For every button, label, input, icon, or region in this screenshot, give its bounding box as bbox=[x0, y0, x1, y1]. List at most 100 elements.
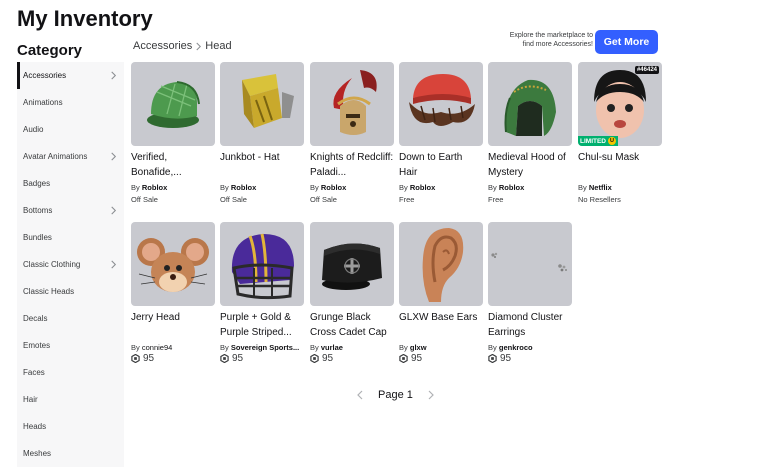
item-name[interactable]: Chul-su Mask bbox=[578, 150, 662, 180]
chevron-left-icon[interactable] bbox=[356, 390, 364, 400]
item-status: Free bbox=[488, 195, 504, 204]
sidebar-item-animations[interactable]: Animations bbox=[17, 89, 124, 116]
marketplace-promo-text: Explore the marketplace to find more Acc… bbox=[509, 32, 593, 48]
item-creator: By Roblox bbox=[131, 183, 168, 192]
item-card[interactable]: Verified, Bonafide,... By Roblox Off Sal… bbox=[131, 62, 215, 204]
creator-link[interactable]: genkroco bbox=[499, 343, 533, 352]
item-creator: By Sovereign Sports... bbox=[220, 343, 300, 352]
sidebar-item-decals[interactable]: Decals bbox=[17, 305, 124, 332]
item-name[interactable]: Junkbot - Hat bbox=[220, 150, 304, 180]
item-thumbnail[interactable] bbox=[131, 62, 215, 146]
item-card[interactable]: Grunge Black Cross Cadet Cap By vurlae 9… bbox=[310, 222, 394, 364]
sidebar-item-faces[interactable]: Faces bbox=[17, 359, 124, 386]
item-price: 95 bbox=[220, 353, 304, 364]
creator-link[interactable]: Roblox bbox=[499, 183, 524, 192]
item-card[interactable]: Down to Earth Hair By Roblox Free bbox=[399, 62, 483, 204]
creator-link[interactable]: vurlae bbox=[321, 343, 343, 352]
item-price: 95 bbox=[310, 353, 394, 364]
page-title: My Inventory bbox=[17, 6, 153, 31]
robux-icon bbox=[131, 354, 140, 363]
sidebar-item-accessories[interactable]: Accessories bbox=[17, 62, 124, 89]
chevron-right-icon[interactable] bbox=[427, 390, 435, 400]
chulsu-mask-icon bbox=[594, 70, 646, 138]
sidebar-item-label: Heads bbox=[23, 422, 47, 431]
item-card[interactable]: #46424 LIMITED U Chul-su Mask By Netflix … bbox=[578, 62, 662, 204]
item-card[interactable]: Jerry Head By connie94 95 bbox=[131, 222, 215, 364]
ear-icon bbox=[422, 228, 464, 302]
item-name[interactable]: Medieval Hood of Mystery bbox=[488, 150, 572, 180]
item-card[interactable]: Knights of Redcliff: Paladi... By Roblox… bbox=[310, 62, 394, 204]
item-card[interactable]: Medieval Hood of Mystery By Roblox Free bbox=[488, 62, 572, 204]
item-name[interactable]: Diamond Cluster Earrings bbox=[488, 310, 572, 340]
item-creator: By Roblox bbox=[399, 183, 436, 192]
football-helmet-icon bbox=[231, 233, 294, 300]
item-creator: By Roblox bbox=[220, 183, 257, 192]
creator-link[interactable]: Roblox bbox=[410, 183, 435, 192]
sidebar-item-label: Audio bbox=[23, 125, 44, 134]
item-name[interactable]: Knights of Redcliff: Paladi... bbox=[310, 150, 394, 180]
sidebar-item-audio[interactable]: Audio bbox=[17, 116, 124, 143]
sidebar-item-label: Animations bbox=[23, 98, 63, 107]
item-thumbnail[interactable] bbox=[488, 222, 572, 306]
chevron-right-icon bbox=[111, 206, 117, 215]
paladin-helmet-icon bbox=[333, 70, 377, 135]
creator-link[interactable]: Roblox bbox=[142, 183, 167, 192]
creator-link[interactable]: connie94 bbox=[142, 343, 172, 352]
sidebar-item-label: Decals bbox=[23, 314, 48, 323]
creator-link[interactable]: Roblox bbox=[321, 183, 346, 192]
item-price: 95 bbox=[488, 353, 572, 364]
item-status: Free bbox=[399, 195, 415, 204]
sidebar-item-badges[interactable]: Badges bbox=[17, 170, 124, 197]
item-thumbnail[interactable] bbox=[131, 222, 215, 306]
item-name[interactable]: Verified, Bonafide,... bbox=[131, 150, 215, 180]
item-thumbnail[interactable]: #46424 LIMITED U bbox=[578, 62, 662, 146]
item-card[interactable]: Purple + Gold & Purple Striped... By Sov… bbox=[220, 222, 304, 364]
sidebar-item-emotes[interactable]: Emotes bbox=[17, 332, 124, 359]
get-more-button[interactable]: Get More bbox=[595, 30, 658, 54]
category-heading: Category bbox=[17, 42, 83, 59]
item-name[interactable]: Grunge Black Cross Cadet Cap bbox=[310, 310, 394, 340]
chevron-right-icon bbox=[111, 71, 117, 80]
sidebar-item-hair[interactable]: Hair bbox=[17, 386, 124, 413]
item-thumbnail[interactable] bbox=[399, 62, 483, 146]
item-card[interactable]: Diamond Cluster Earrings By genkroco 95 bbox=[488, 222, 572, 364]
sidebar-item-meshes[interactable]: Meshes bbox=[17, 440, 124, 467]
item-name[interactable]: Purple + Gold & Purple Striped... bbox=[220, 310, 304, 340]
sidebar-item-label: Meshes bbox=[23, 449, 52, 458]
item-name[interactable]: Jerry Head bbox=[131, 310, 215, 340]
robux-icon bbox=[488, 354, 497, 363]
creator-link[interactable]: Sovereign Sports... bbox=[231, 343, 299, 352]
item-card[interactable]: Junkbot - Hat By Roblox Off Sale bbox=[220, 62, 304, 204]
sidebar-item-label: Bottoms bbox=[23, 206, 53, 215]
sidebar-item-avatar-animations[interactable]: Avatar Animations bbox=[17, 143, 124, 170]
item-thumbnail[interactable] bbox=[399, 222, 483, 306]
jerry-mouse-head-icon bbox=[137, 238, 209, 292]
sidebar-item-classic-heads[interactable]: Classic Heads bbox=[17, 278, 124, 305]
junkbot-hat-icon bbox=[242, 74, 294, 128]
sidebar-item-heads[interactable]: Heads bbox=[17, 413, 124, 440]
sidebar-item-label: Badges bbox=[23, 179, 51, 188]
limited-badge: LIMITED U bbox=[578, 136, 618, 146]
robux-icon bbox=[399, 354, 408, 363]
sidebar-item-bottoms[interactable]: Bottoms bbox=[17, 197, 124, 224]
item-name[interactable]: Down to Earth Hair bbox=[399, 150, 483, 180]
item-thumbnail[interactable] bbox=[220, 62, 304, 146]
sidebar-item-label: Accessories bbox=[23, 71, 67, 80]
chevron-right-icon bbox=[111, 152, 117, 161]
item-thumbnail[interactable] bbox=[220, 222, 304, 306]
breadcrumb-parent-link[interactable]: Accessories bbox=[133, 40, 192, 52]
item-thumbnail[interactable] bbox=[310, 222, 394, 306]
item-thumbnail[interactable] bbox=[310, 62, 394, 146]
page-indicator: Page 1 bbox=[378, 389, 413, 401]
sidebar-item-classic-clothing[interactable]: Classic Clothing bbox=[17, 251, 124, 278]
creator-link[interactable]: Netflix bbox=[589, 183, 612, 192]
item-name[interactable]: GLXW Base Ears bbox=[399, 310, 483, 340]
item-thumbnail[interactable] bbox=[488, 62, 572, 146]
sidebar-item-bundles[interactable]: Bundles bbox=[17, 224, 124, 251]
green-hood-icon bbox=[504, 79, 556, 136]
item-price: 95 bbox=[131, 353, 215, 364]
item-card[interactable]: GLXW Base Ears By glxw 95 bbox=[399, 222, 483, 364]
item-status: Off Sale bbox=[220, 195, 247, 204]
creator-link[interactable]: Roblox bbox=[231, 183, 256, 192]
creator-link[interactable]: glxw bbox=[410, 343, 427, 352]
